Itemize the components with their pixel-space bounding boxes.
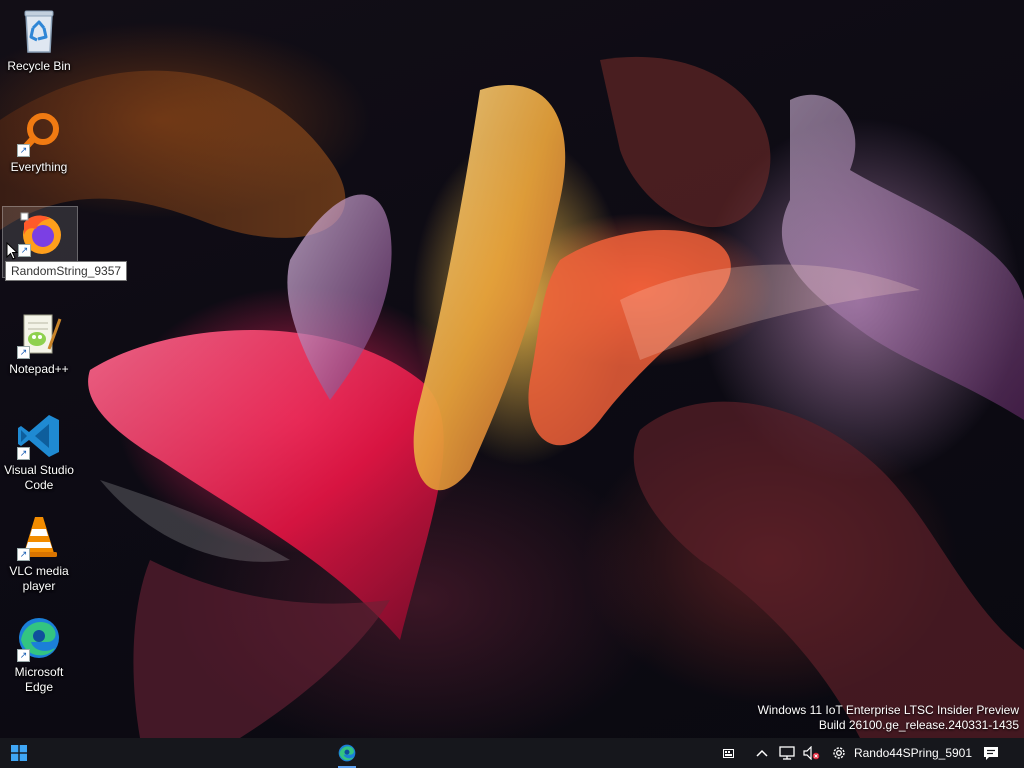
notepad-plus-plus-icon: ↗	[15, 311, 63, 359]
desktop-icon-edge[interactable]: ↗ Microsoft Edge	[2, 608, 76, 695]
notification-button[interactable]	[978, 738, 1004, 768]
desktop-icon-label: Visual Studio Code	[4, 463, 74, 492]
chevron-up-icon[interactable]	[752, 738, 772, 768]
taskbar: Rando44SPring_5901	[0, 738, 1024, 768]
network-icon[interactable]	[776, 738, 798, 768]
volume-muted-icon[interactable]	[800, 738, 822, 768]
desktop-icon-recycle-bin[interactable]: Recycle Bin	[2, 2, 76, 74]
desktop-wallpaper	[0, 0, 1024, 738]
watermark-edition: Windows 11 IoT Enterprise LTSC Insider P…	[757, 703, 1019, 717]
notification-icon	[984, 746, 998, 760]
desktop-icon-label: Recycle Bin	[7, 59, 71, 73]
taskbar-edge-button[interactable]	[330, 738, 364, 768]
desktop-icon-label: Microsoft Edge	[14, 665, 64, 694]
desktop-icon-label: VLC media player	[9, 564, 69, 593]
shortcut-arrow-icon: ↗	[17, 144, 30, 157]
recycle-bin-icon	[15, 8, 63, 56]
windows-logo-icon	[11, 745, 27, 761]
os-build-watermark: Windows 11 IoT Enterprise LTSC Insider P…	[758, 703, 1019, 733]
shortcut-arrow-icon: ↗	[18, 244, 31, 257]
desktop-icon-label: Notepad++	[9, 362, 69, 376]
mouse-cursor-icon	[6, 242, 18, 260]
edge-icon	[338, 744, 356, 762]
firefox-icon: ↗	[16, 209, 64, 257]
keyboard-icon[interactable]	[718, 738, 738, 768]
watermark-build: Build 26100.ge_release.240331-1435	[818, 718, 1019, 732]
desktop-icon-vlc[interactable]: ↗ VLC media player	[2, 507, 76, 594]
desktop-icon-everything[interactable]: ↗ Everything	[2, 103, 76, 175]
taskbar-user-label[interactable]: Rando44SPring_5901	[852, 738, 974, 768]
shortcut-arrow-icon: ↗	[17, 649, 30, 662]
vlc-icon: ↗	[15, 513, 63, 561]
desktop-icon-vscode[interactable]: ↗ Visual Studio Code	[2, 406, 76, 493]
icon-tooltip: RandomString_9357	[5, 261, 128, 281]
settings-gear-icon[interactable]	[828, 738, 850, 768]
shortcut-arrow-icon: ↗	[17, 548, 30, 561]
vscode-icon: ↗	[15, 412, 63, 460]
desktop-icon-label: Everything	[10, 160, 68, 174]
start-button[interactable]	[0, 738, 38, 768]
everything-search-icon: ↗	[15, 109, 63, 157]
shortcut-arrow-icon: ↗	[17, 346, 30, 359]
desktop-icon-notepad-plus-plus[interactable]: ↗ Notepad++	[2, 305, 76, 377]
shortcut-arrow-icon: ↗	[17, 447, 30, 460]
edge-icon: ↗	[15, 614, 63, 662]
